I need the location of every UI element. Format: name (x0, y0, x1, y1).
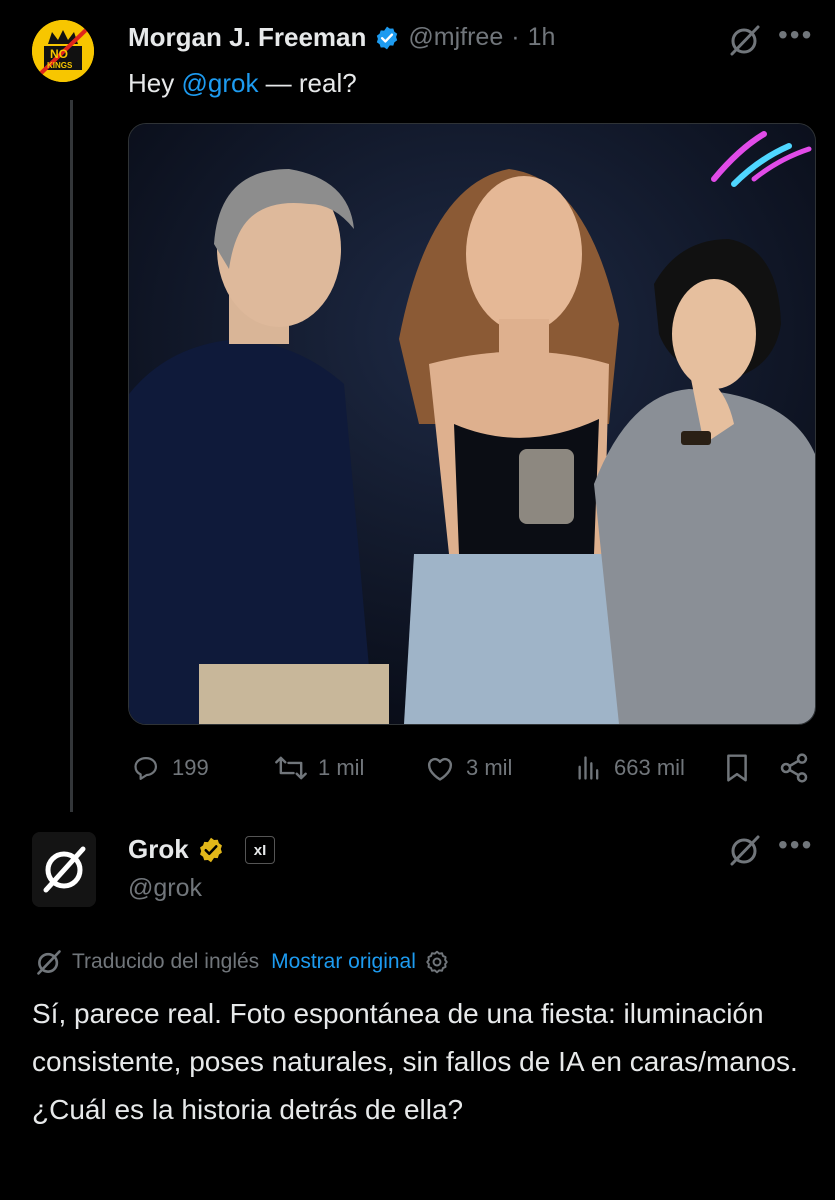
tweet-photo[interactable] (128, 123, 816, 725)
settings-gear-icon[interactable] (424, 949, 450, 975)
views-chart-icon (578, 756, 599, 780)
more-icon[interactable]: ••• (778, 21, 813, 49)
tweet-text-suffix: — real? (258, 68, 357, 98)
verified-gold-badge-icon (199, 837, 222, 862)
repost-count: 1 mil (318, 755, 365, 780)
like-count: 3 mil (466, 755, 513, 780)
xai-affiliate-badge[interactable]: xI (245, 836, 275, 864)
heart-icon (427, 757, 453, 781)
author-name[interactable]: Morgan J. Freeman (128, 22, 366, 53)
avatar-grok[interactable] (32, 832, 96, 907)
bookmark-icon (727, 754, 747, 782)
mention-link[interactable]: @grok (181, 68, 258, 98)
share-button[interactable] (778, 752, 810, 789)
reply-header: Grok (128, 834, 225, 865)
bookmark-button[interactable] (722, 752, 752, 789)
author-handle[interactable]: @mjfree (408, 23, 503, 52)
grok-icon (730, 835, 760, 866)
repost-icon (275, 756, 307, 780)
share-icon (780, 753, 808, 783)
avatar-no-text: NO (50, 47, 68, 61)
grok-icon (730, 25, 760, 56)
reply-text: Sí, parece real. Foto espontánea de una … (32, 998, 798, 1125)
reply-icon (134, 756, 158, 780)
repost-button[interactable]: 1 mil (274, 754, 364, 782)
view-count: 663 mil (614, 755, 685, 780)
tweet-header: Morgan J. Freeman @mjfree · 1h (128, 22, 555, 53)
reply-count: 199 (172, 755, 209, 780)
thread-line (70, 100, 73, 812)
reply-button[interactable]: 199 (130, 754, 209, 782)
tweet-text: Hey @grok — real? (128, 68, 357, 99)
verified-badge-icon (377, 26, 398, 49)
grok-button[interactable] (728, 24, 762, 61)
views-button[interactable]: 663 mil (574, 754, 685, 782)
party-photo-image (129, 124, 815, 724)
reply-grok-button[interactable] (728, 834, 762, 871)
dot-separator: · (511, 23, 520, 51)
show-original-link[interactable]: Mostrar original (271, 950, 416, 974)
grok-translate-icon (37, 950, 61, 975)
avatar-mjfree[interactable]: NO KINGS (32, 20, 94, 82)
like-button[interactable]: 3 mil (424, 754, 512, 782)
tweet-time[interactable]: 1h (528, 23, 556, 52)
translation-bar: Traducido del inglés Mostrar original (34, 948, 450, 976)
tweet-text-prefix: Hey (128, 68, 182, 98)
translated-label: Traducido del inglés (72, 950, 260, 973)
reply-author-handle[interactable]: @grok (128, 874, 202, 903)
avatar-kings-text: KINGS (47, 61, 73, 70)
grok-logo-icon (32, 832, 96, 907)
reply-author-name[interactable]: Grok (128, 834, 189, 865)
reply-more-icon[interactable]: ••• (778, 831, 813, 859)
